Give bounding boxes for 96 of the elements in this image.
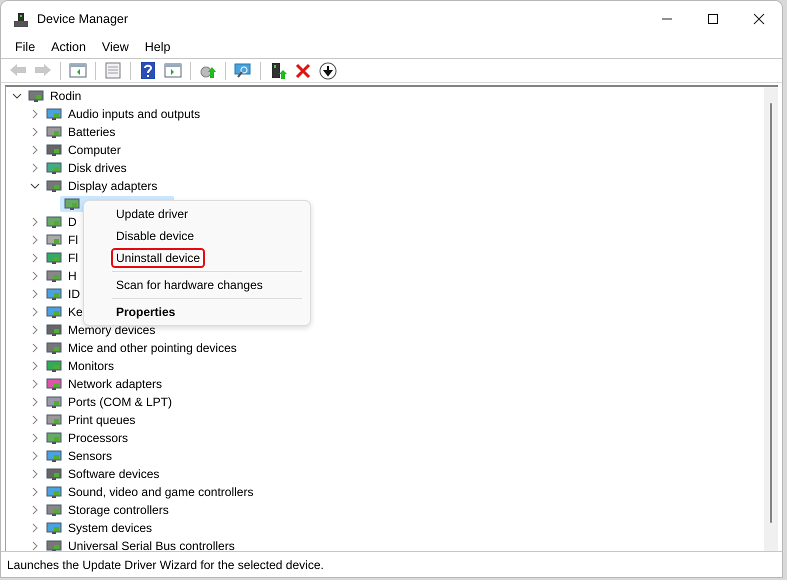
menu-item[interactable]: File bbox=[7, 36, 44, 59]
tree-item[interactable]: Ports (COM & LPT) bbox=[66, 393, 174, 411]
chevron-right-icon[interactable] bbox=[30, 343, 40, 353]
chevron-right-icon[interactable] bbox=[30, 379, 40, 389]
tree-item[interactable]: Storage controllers bbox=[66, 501, 171, 519]
tree-item[interactable]: Display adapters bbox=[66, 177, 160, 195]
device-icon bbox=[46, 178, 62, 194]
maximize-icon bbox=[707, 13, 719, 25]
device-icon bbox=[46, 160, 62, 176]
tree-item[interactable]: Audio inputs and outputs bbox=[66, 105, 202, 123]
menu-item[interactable]: View bbox=[94, 36, 137, 59]
menu-item[interactable]: Disable device bbox=[88, 225, 222, 247]
tree-item[interactable]: Processors bbox=[66, 429, 130, 447]
tree-item[interactable]: Mice and other pointing devices bbox=[66, 339, 239, 357]
tree-item[interactable]: H bbox=[66, 267, 79, 285]
device-icon bbox=[46, 106, 62, 122]
menu-item[interactable]: Action bbox=[43, 36, 94, 59]
tree-item[interactable]: Software devices bbox=[66, 465, 162, 483]
device-icon bbox=[46, 340, 62, 356]
tree-item[interactable]: Monitors bbox=[66, 357, 116, 375]
device-icon bbox=[46, 268, 62, 284]
device-icon bbox=[46, 214, 62, 230]
menu-item[interactable]: Properties bbox=[88, 301, 204, 323]
chevron-right-icon[interactable] bbox=[30, 145, 40, 155]
device-icon bbox=[46, 232, 62, 248]
chevron-right-icon[interactable] bbox=[30, 505, 40, 515]
chevron-right-icon[interactable] bbox=[30, 271, 40, 281]
menu-item[interactable]: Scan for hardware changes bbox=[88, 274, 291, 296]
chevron-right-icon[interactable] bbox=[30, 325, 40, 335]
tree-item[interactable]: Sensors bbox=[66, 447, 114, 465]
menu-item[interactable]: Help bbox=[136, 36, 178, 59]
device-icon bbox=[46, 142, 62, 158]
chevron-right-icon[interactable] bbox=[30, 541, 40, 551]
device-icon bbox=[46, 484, 62, 500]
device-icon bbox=[46, 538, 62, 551]
chevron-right-icon[interactable] bbox=[30, 127, 40, 137]
tree-item[interactable]: Print queues bbox=[66, 411, 138, 429]
app-icon bbox=[13, 12, 29, 28]
device-icon bbox=[64, 196, 80, 212]
tree-item[interactable]: Rodin bbox=[48, 87, 84, 105]
device-icon bbox=[46, 250, 62, 266]
tree-item[interactable]: Disk drives bbox=[66, 159, 129, 177]
chevron-right-icon[interactable] bbox=[30, 415, 40, 425]
device-icon bbox=[46, 286, 62, 302]
device-icon bbox=[46, 412, 62, 428]
properties-icon[interactable] bbox=[103, 60, 123, 80]
device-icon bbox=[46, 358, 62, 374]
tree-item[interactable]: Sound, video and game controllers bbox=[66, 483, 256, 501]
tree-item[interactable]: Network adapters bbox=[66, 375, 164, 393]
chevron-right-icon[interactable] bbox=[30, 253, 40, 263]
chevron-right-icon[interactable] bbox=[30, 109, 40, 119]
chevron-right-icon[interactable] bbox=[30, 487, 40, 497]
chevron-right-icon[interactable] bbox=[30, 217, 40, 227]
tree-item[interactable]: Universal Serial Bus controllers bbox=[66, 537, 237, 551]
chevron-right-icon[interactable] bbox=[30, 361, 40, 371]
menu-item[interactable]: Update driver bbox=[88, 203, 216, 225]
help-icon[interactable] bbox=[138, 60, 158, 80]
chevron-right-icon[interactable] bbox=[30, 289, 40, 299]
device-icon bbox=[46, 322, 62, 338]
chevron-right-icon[interactable] bbox=[30, 523, 40, 533]
chevron-right-icon[interactable] bbox=[30, 307, 40, 317]
tree-item[interactable]: Batteries bbox=[66, 123, 118, 141]
chevron-right-icon[interactable] bbox=[30, 451, 40, 461]
menu-item[interactable]: Uninstall device bbox=[88, 247, 232, 269]
device-icon bbox=[46, 466, 62, 482]
tree-item[interactable]: System devices bbox=[66, 519, 154, 537]
device-icon bbox=[46, 394, 62, 410]
monitor-search-icon[interactable] bbox=[233, 60, 253, 80]
tree-item[interactable]: Fl bbox=[66, 231, 80, 249]
tree-item[interactable]: Ke bbox=[66, 303, 85, 321]
chevron-right-icon[interactable] bbox=[30, 163, 40, 173]
highlight-outline: Uninstall device bbox=[113, 250, 204, 266]
chevron-right-icon[interactable] bbox=[30, 469, 40, 479]
device-icon bbox=[46, 520, 62, 536]
chevron-right-icon[interactable] bbox=[30, 397, 40, 407]
device-icon bbox=[28, 88, 44, 104]
tree-view-icon[interactable] bbox=[68, 60, 88, 80]
device-icon bbox=[46, 376, 62, 392]
device-icon bbox=[46, 430, 62, 446]
tree-item[interactable]: Computer bbox=[66, 141, 123, 159]
chevron-right-icon[interactable] bbox=[30, 235, 40, 245]
close-icon bbox=[753, 13, 765, 25]
device-icon bbox=[46, 502, 62, 518]
run-panel-icon[interactable] bbox=[163, 60, 183, 80]
chevron-down-icon[interactable] bbox=[30, 181, 40, 191]
tree-item[interactable]: Fl bbox=[66, 249, 80, 267]
chevron-right-icon[interactable] bbox=[30, 433, 40, 443]
tree-item[interactable]: ID bbox=[66, 285, 82, 303]
device-icon bbox=[46, 124, 62, 140]
device-icon bbox=[46, 304, 62, 320]
window-title: Device Manager bbox=[37, 10, 128, 28]
tree-item[interactable]: D bbox=[66, 213, 79, 231]
scrollbar-thumb[interactable] bbox=[770, 103, 772, 523]
chevron-down-icon[interactable] bbox=[12, 91, 22, 101]
device-icon bbox=[46, 448, 62, 464]
down-arrow-circle-icon[interactable] bbox=[318, 60, 338, 80]
